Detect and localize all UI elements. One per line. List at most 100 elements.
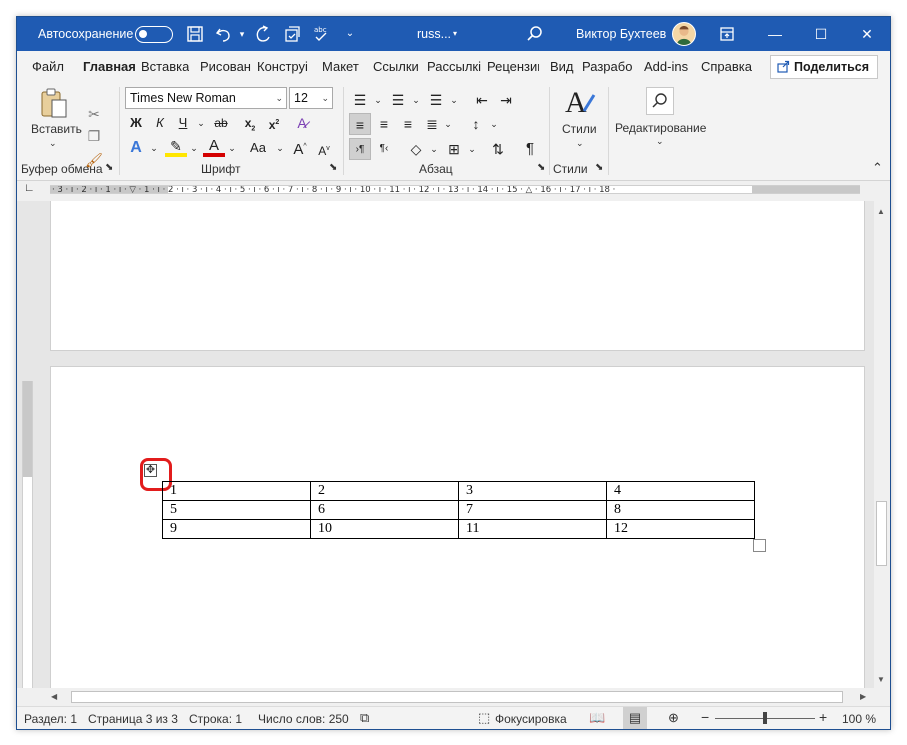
tab-design[interactable]: Конструі (257, 57, 313, 77)
document-table[interactable]: 1 2 3 4 5 6 7 8 9 10 11 12 (162, 481, 755, 539)
print-layout-icon[interactable]: ▤ (623, 707, 647, 729)
status-words[interactable]: Число слов: 250 (258, 712, 349, 726)
doc-name-dropdown-icon[interactable]: ▾ (453, 17, 457, 51)
page[interactable]: ✥ 1 2 3 4 5 6 7 8 9 10 11 12 (50, 366, 865, 688)
increase-indent-icon[interactable]: ⇥ (495, 89, 517, 111)
table-resize-handle[interactable] (753, 539, 766, 552)
editing-button[interactable]: Редактирование ⌄ (613, 85, 707, 157)
tab-review[interactable]: Рецензиг (487, 57, 539, 77)
zoom-slider-thumb[interactable] (763, 712, 767, 724)
close-icon[interactable]: ✕ (844, 17, 890, 51)
font-color-dropdown-icon[interactable]: ⌄ (221, 137, 243, 159)
tab-home[interactable]: Главная (83, 57, 136, 77)
align-right-icon[interactable]: ≡ (397, 113, 419, 135)
table-cell[interactable]: 4 (606, 481, 755, 501)
avatar[interactable] (672, 22, 696, 46)
clear-formatting-icon[interactable]: A̷ (291, 112, 313, 134)
status-line[interactable]: Строка: 1 (189, 712, 242, 726)
redo-icon[interactable] (253, 24, 273, 44)
tab-developer[interactable]: Разрабо (582, 57, 636, 77)
strikethrough-button[interactable]: ab (210, 112, 232, 134)
status-page[interactable]: Страница 3 из 3 (88, 712, 178, 726)
check-document-icon[interactable] (282, 24, 302, 44)
tab-selector-icon[interactable]: ∟ (24, 183, 35, 194)
table-cell[interactable]: 5 (162, 500, 311, 520)
status-section[interactable]: Раздел: 1 (24, 712, 77, 726)
table-cell[interactable]: 2 (310, 481, 459, 501)
tab-draw[interactable]: Рисован (200, 57, 252, 77)
ltr-icon[interactable]: ›¶ (349, 138, 371, 160)
subscript-button[interactable]: x2 (239, 112, 261, 134)
table-cell[interactable]: 12 (606, 519, 755, 539)
zoom-level[interactable]: 100 % (842, 712, 876, 726)
rtl-icon[interactable]: ¶‹ (373, 138, 395, 160)
numbering-dropdown-icon[interactable]: ⌄ (405, 89, 427, 111)
shrink-font-button[interactable]: Av (313, 138, 335, 160)
web-layout-icon[interactable]: ⊕ (668, 710, 679, 726)
font-launcher-icon[interactable]: ⬊ (329, 162, 337, 173)
copy-icon[interactable]: ❐ (83, 125, 105, 147)
focus-icon[interactable]: ⬚ (478, 710, 490, 726)
bold-button[interactable]: Ж (125, 112, 147, 134)
decrease-indent-icon[interactable]: ⇤ (471, 89, 493, 111)
collapse-ribbon-icon[interactable]: ⌃ (872, 160, 883, 176)
paragraph-launcher-icon[interactable]: ⬊ (537, 162, 545, 173)
clipboard-launcher-icon[interactable]: ⬊ (105, 162, 113, 173)
styles-button[interactable]: A Стили ⌄ (555, 85, 605, 157)
proofing-icon[interactable]: ⧉ (360, 710, 369, 726)
grow-font-button[interactable]: A^ (289, 136, 311, 158)
text-effects-dropdown-icon[interactable]: ⌄ (143, 137, 165, 159)
align-left-icon[interactable]: ≡ (349, 113, 371, 135)
table-cell[interactable]: 9 (162, 519, 311, 539)
scroll-up-icon[interactable]: ▲ (877, 207, 885, 216)
minimize-icon[interactable]: — (752, 17, 798, 51)
vertical-ruler[interactable] (22, 381, 33, 688)
table-cell[interactable]: 1 (162, 481, 311, 501)
bullets-dropdown-icon[interactable]: ⌄ (367, 89, 389, 111)
paste-dropdown-icon[interactable]: ⌄ (49, 138, 57, 149)
sort-icon[interactable]: ⇅ (487, 138, 509, 160)
horizontal-ruler[interactable]: ∟ · 3 · ı · 2 · ı · 1 · ı · ▽ · 1 · ı · … (17, 181, 890, 201)
line-spacing-dropdown-icon[interactable]: ⌄ (483, 113, 505, 135)
save-icon[interactable] (185, 24, 205, 44)
scroll-left-icon[interactable]: ◀ (51, 692, 57, 701)
table-cell[interactable]: 11 (458, 519, 607, 539)
tab-layout[interactable]: Макет (322, 57, 359, 77)
styles-launcher-icon[interactable]: ⬊ (595, 162, 603, 173)
tab-insert[interactable]: Вставка (141, 57, 189, 77)
tab-view[interactable]: Вид (550, 57, 574, 77)
zoom-out-icon[interactable]: − (701, 709, 709, 725)
superscript-button[interactable]: x2 (263, 112, 285, 134)
table-cell[interactable]: 10 (310, 519, 459, 539)
table-cell[interactable]: 3 (458, 481, 607, 501)
justify-dropdown-icon[interactable]: ⌄ (437, 113, 459, 135)
page[interactable] (50, 201, 865, 351)
scroll-down-icon[interactable]: ▼ (877, 675, 885, 684)
document-name[interactable]: russ... (417, 17, 451, 51)
document-canvas[interactable]: ✥ 1 2 3 4 5 6 7 8 9 10 11 12 (17, 201, 874, 688)
tab-help[interactable]: Справка (701, 57, 752, 77)
undo-dropdown-icon[interactable]: ▾ (232, 24, 252, 44)
vertical-scrollbar[interactable]: ▲ ▼ (874, 201, 890, 688)
customize-toolbar-icon[interactable]: ⌄ (340, 24, 360, 44)
table-cell[interactable]: 6 (310, 500, 459, 520)
maximize-icon[interactable]: ☐ (798, 17, 844, 51)
zoom-in-icon[interactable]: + (819, 709, 827, 725)
horizontal-scroll-thumb[interactable] (71, 691, 843, 703)
italic-button[interactable]: К (149, 112, 171, 134)
tab-mailings[interactable]: Рассылкі (427, 57, 482, 77)
table-cell[interactable]: 8 (606, 500, 755, 520)
borders-dropdown-icon[interactable]: ⌄ (461, 138, 483, 160)
undo-icon[interactable] (214, 24, 234, 44)
font-size-combo[interactable]: 12 ⌄ (289, 87, 333, 109)
highlight-dropdown-icon[interactable]: ⌄ (183, 137, 205, 159)
autosave-toggle[interactable] (135, 26, 173, 43)
font-name-combo[interactable]: Times New Roman ⌄ (125, 87, 287, 109)
ribbon-display-options-icon[interactable] (717, 24, 737, 44)
tab-references[interactable]: Ссылки (373, 57, 419, 77)
search-icon[interactable] (525, 24, 545, 44)
horizontal-scrollbar[interactable]: ◀ ▶ (17, 688, 890, 706)
show-formatting-icon[interactable]: ¶ (519, 138, 541, 160)
spellcheck-icon[interactable]: abc (311, 24, 331, 44)
change-case-dropdown-icon[interactable]: ⌄ (269, 137, 291, 159)
